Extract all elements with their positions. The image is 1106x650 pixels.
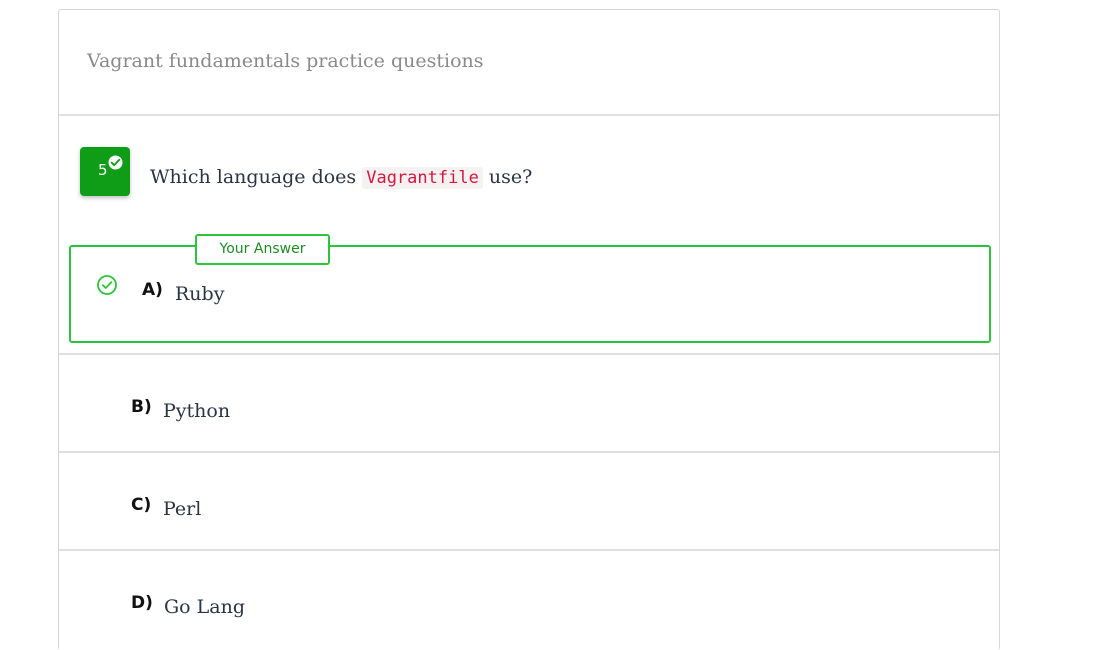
question-code: Vagrantfile xyxy=(362,167,483,189)
check-circle-icon xyxy=(107,154,124,171)
option-d-text: Go Lang xyxy=(164,596,246,618)
question-text-after: use? xyxy=(482,166,533,188)
question-number-badge: 5 xyxy=(80,147,130,196)
question-card: Vagrant fundamentals practice questions … xyxy=(58,9,1000,649)
your-answer-label: Your Answer xyxy=(195,234,330,265)
option-a-text: Ruby xyxy=(175,283,225,305)
option-a[interactable]: Your Answer A) Ruby xyxy=(69,234,991,343)
quiz-title: Vagrant fundamentals practice questions xyxy=(87,50,484,72)
option-b-text: Python xyxy=(163,400,231,422)
option-b-letter: B) xyxy=(131,397,152,417)
card-header: Vagrant fundamentals practice questions xyxy=(59,10,999,116)
option-d[interactable]: D) Go Lang xyxy=(59,551,999,650)
option-a-letter: A) xyxy=(142,280,163,300)
question-text-before: Which language does xyxy=(150,166,363,188)
option-b[interactable]: B) Python xyxy=(59,355,999,451)
question-text: Which language does Vagrantfile use? xyxy=(150,166,533,189)
check-circle-outline-icon xyxy=(97,275,117,295)
option-c-text: Perl xyxy=(163,498,202,520)
option-c-letter: C) xyxy=(131,495,152,515)
option-c[interactable]: C) Perl xyxy=(59,453,999,549)
option-d-letter: D) xyxy=(131,593,153,613)
